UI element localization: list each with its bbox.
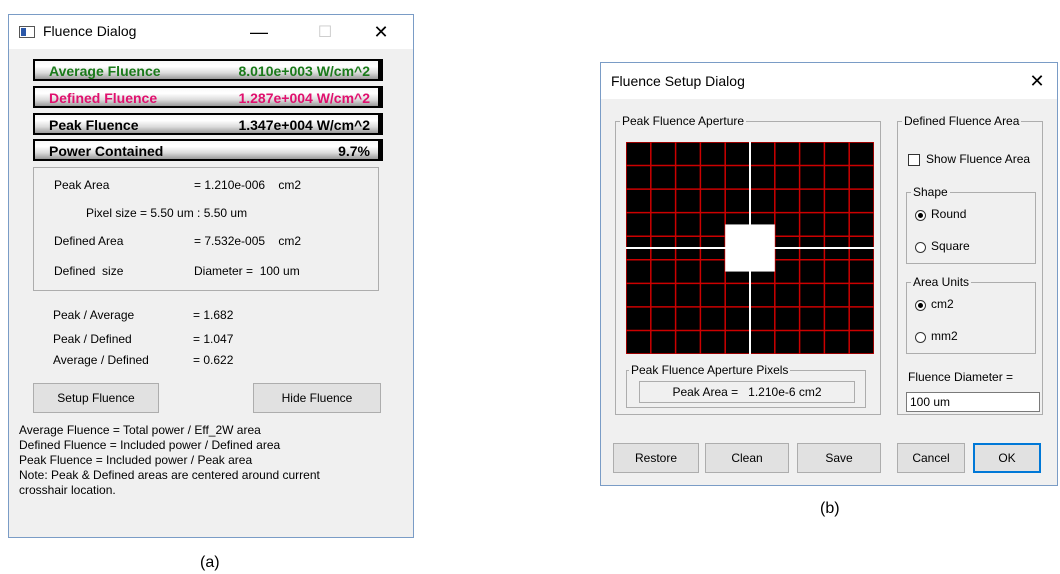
save-button[interactable]: Save — [797, 443, 881, 473]
round-label[interactable]: Round — [931, 207, 966, 221]
defined-fluence-area-legend: Defined Fluence Area — [902, 114, 1022, 128]
peak-fluence-aperture-group: Peak Fluence Aperture Peak Fluence Apert… — [615, 114, 881, 415]
ratio-value: = 1.047 — [193, 332, 234, 346]
shape-group: Shape Round Square — [906, 185, 1036, 264]
minimize-icon[interactable]: — — [239, 15, 279, 49]
fluence-diameter-label: Fluence Diameter = — [908, 370, 1014, 384]
close-icon[interactable]: ✕ — [361, 15, 401, 49]
defined-fluence-bar: Defined Fluence 1.287e+004 W/cm^2 — [33, 86, 383, 108]
note-line: Note: Peak & Defined areas are centered … — [19, 468, 320, 482]
cm2-label[interactable]: cm2 — [931, 297, 954, 311]
maximize-icon: ☐ — [317, 24, 333, 41]
ratio-label: Peak / Average — [53, 308, 135, 322]
note-line: Defined Fluence = Included power / Defin… — [19, 438, 281, 452]
setup-fluence-button[interactable]: Setup Fluence — [33, 383, 159, 413]
pixel-size-text: Pixel size = 5.50 um : 5.50 um — [86, 206, 248, 220]
ratio-value: = 0.622 — [193, 353, 234, 367]
clean-button[interactable]: Clean — [705, 443, 789, 473]
square-label[interactable]: Square — [931, 239, 970, 253]
ratio-label: Peak / Defined — [53, 332, 132, 346]
restore-button[interactable]: Restore — [613, 443, 699, 473]
peak-area-text: Peak Area = 1.210e-6 cm2 — [672, 385, 822, 399]
caption-a: (a) — [200, 554, 220, 571]
defined-fluence-value: 1.287e+004 W/cm^2 — [238, 90, 370, 106]
cancel-button[interactable]: Cancel — [897, 443, 965, 473]
ok-button[interactable]: OK — [973, 443, 1041, 473]
defined-size-label: Defined size — [54, 264, 124, 278]
peak-area-value: = 1.210e-006 cm2 — [194, 178, 302, 192]
title-bar[interactable]: Fluence Setup Dialog ✕ — [601, 63, 1057, 99]
average-fluence-label: Average Fluence — [49, 63, 161, 79]
window-title: Fluence Setup Dialog — [611, 73, 745, 89]
defined-fluence-label: Defined Fluence — [49, 90, 158, 106]
square-radio[interactable] — [915, 242, 926, 253]
power-contained-label: Power Contained — [49, 143, 164, 159]
aperture-pixels-group: Peak Fluence Aperture Pixels Peak Area =… — [626, 363, 866, 408]
hide-fluence-button[interactable]: Hide Fluence — [253, 383, 381, 413]
window-title: Fluence Dialog — [43, 23, 137, 39]
power-contained-value: 9.7% — [338, 143, 370, 159]
area-info-group: Peak Area = 1.210e-006 cm2 Pixel size = … — [33, 167, 379, 291]
average-fluence-bar: Average Fluence 8.010e+003 W/cm^2 — [33, 59, 383, 81]
fluence-diameter-input[interactable]: 100 um — [906, 392, 1040, 412]
mm2-radio[interactable] — [915, 332, 926, 343]
mm2-label[interactable]: mm2 — [931, 329, 958, 343]
note-line: Peak Fluence = Included power / Peak are… — [19, 453, 253, 467]
peak-fluence-aperture-legend: Peak Fluence Aperture — [620, 114, 747, 128]
title-bar[interactable]: Fluence Dialog — ☐ ✕ — [9, 15, 413, 49]
peak-pixel-cell — [725, 224, 775, 272]
ratio-value: = 1.682 — [193, 308, 234, 322]
area-units-group: Area Units cm2 mm2 — [906, 275, 1036, 354]
shape-legend: Shape — [911, 185, 950, 199]
aperture-pixel-grid[interactable] — [626, 142, 874, 354]
peak-fluence-value: 1.347e+004 W/cm^2 — [238, 117, 370, 133]
note-line: crosshair location. — [19, 483, 116, 497]
ratio-label: Average / Defined — [53, 353, 149, 367]
defined-fluence-area-group: Defined Fluence Area Show Fluence Area S… — [897, 114, 1043, 415]
area-units-legend: Area Units — [911, 275, 972, 289]
aperture-pixels-legend: Peak Fluence Aperture Pixels — [629, 363, 791, 377]
defined-area-label: Defined Area — [54, 234, 124, 248]
fluence-diameter-value: 100 um — [910, 395, 951, 409]
note-line: Average Fluence = Total power / Eff_2W a… — [19, 423, 261, 437]
peak-fluence-bar: Peak Fluence 1.347e+004 W/cm^2 — [33, 113, 383, 135]
app-icon — [19, 26, 35, 38]
close-icon[interactable]: ✕ — [1019, 63, 1055, 99]
show-fluence-area-checkbox[interactable] — [908, 154, 920, 166]
show-fluence-area-label[interactable]: Show Fluence Area — [926, 152, 1030, 166]
fluence-setup-dialog-window: Fluence Setup Dialog ✕ Peak Fluence Aper… — [600, 62, 1058, 486]
cm2-radio[interactable] — [915, 300, 926, 311]
caption-b: (b) — [820, 500, 840, 517]
round-radio[interactable] — [915, 210, 926, 221]
fluence-dialog-window: Fluence Dialog — ☐ ✕ Average Fluence 8.0… — [8, 14, 414, 538]
peak-area-label: Peak Area — [54, 178, 110, 192]
defined-size-value: Diameter = 100 um — [194, 264, 300, 278]
power-contained-bar: Power Contained 9.7% — [33, 139, 383, 161]
average-fluence-value: 8.010e+003 W/cm^2 — [238, 63, 370, 79]
peak-area-readout: Peak Area = 1.210e-6 cm2 — [639, 381, 855, 403]
defined-area-value: = 7.532e-005 cm2 — [194, 234, 302, 248]
peak-fluence-label: Peak Fluence — [49, 117, 139, 133]
